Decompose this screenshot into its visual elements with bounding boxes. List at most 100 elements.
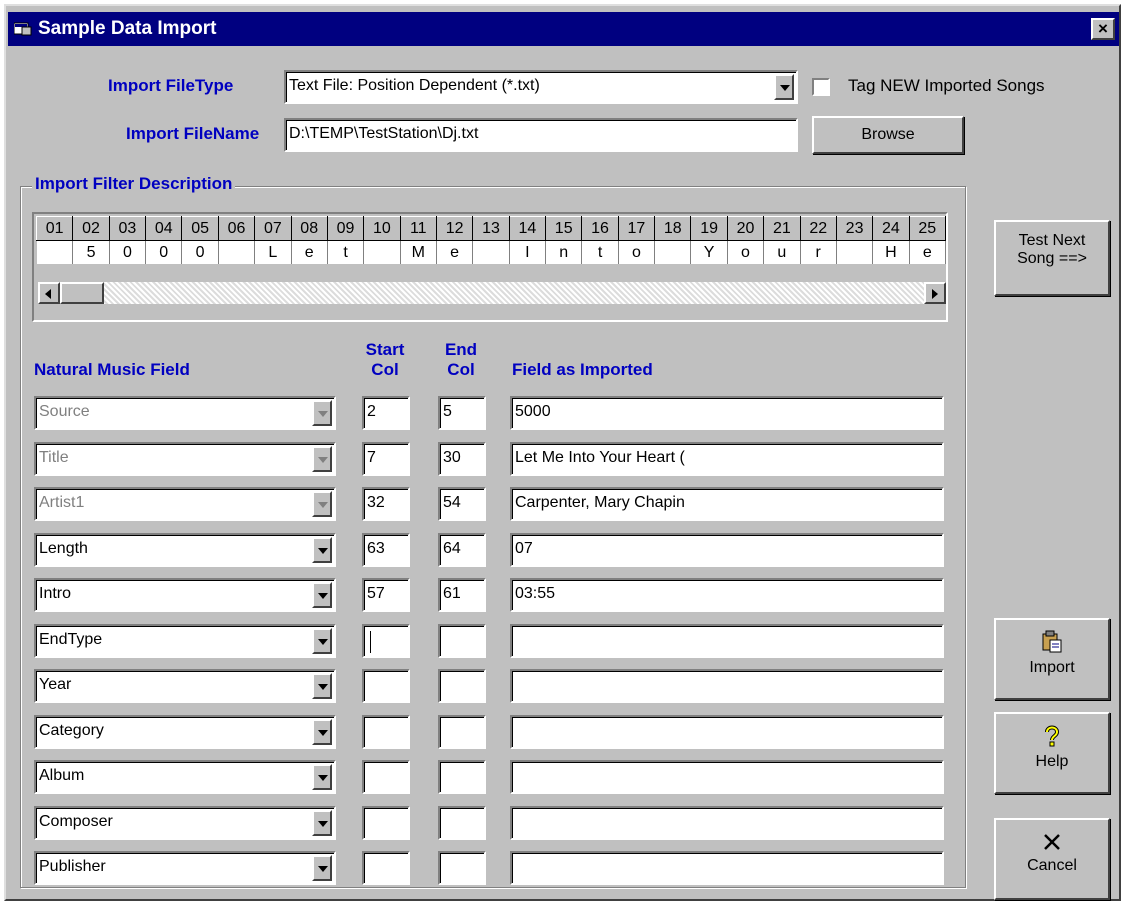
end-col-input[interactable] xyxy=(438,715,486,749)
chevron-down-icon[interactable] xyxy=(312,628,332,654)
column-number: 05 xyxy=(181,216,219,241)
end-col-input[interactable] xyxy=(438,624,486,658)
help-button[interactable]: Help xyxy=(994,712,1110,794)
start-col-input[interactable]: 32 xyxy=(362,487,410,521)
import-button[interactable]: Import xyxy=(994,618,1110,700)
end-col-input[interactable]: 5 xyxy=(438,396,486,430)
field-dropdown[interactable]: Source xyxy=(34,396,336,430)
chevron-down-icon[interactable] xyxy=(312,855,332,881)
end-col-input[interactable]: 54 xyxy=(438,487,486,521)
horizontal-scrollbar[interactable] xyxy=(38,282,946,304)
filetype-dropdown-arrow[interactable] xyxy=(774,74,794,100)
column-number: 16 xyxy=(581,216,619,241)
column-char: 0 xyxy=(181,240,219,265)
column-char xyxy=(36,240,74,265)
start-col-input[interactable] xyxy=(362,669,410,703)
column-char xyxy=(363,240,401,265)
chevron-down-icon[interactable] xyxy=(312,491,332,517)
imported-value-field[interactable] xyxy=(510,715,944,749)
field-dropdown[interactable]: EndType xyxy=(34,624,336,658)
chevron-down-icon[interactable] xyxy=(312,719,332,745)
column-char xyxy=(218,240,256,265)
cancel-button[interactable]: Cancel xyxy=(994,818,1110,900)
column-table: 01 02 03 04 05 06 07 08 09 10 11 12 13 14 15 16 17 18 19 20… xyxy=(35,216,947,265)
end-col-input[interactable]: 64 xyxy=(438,533,486,567)
field-dropdown-value: EndType xyxy=(39,631,103,648)
field-dropdown[interactable]: Composer xyxy=(34,806,336,840)
imported-value-field[interactable]: 07 xyxy=(510,533,944,567)
chevron-down-icon[interactable] xyxy=(312,764,332,790)
field-dropdown[interactable]: Title xyxy=(34,442,336,476)
start-col-input[interactable]: 2 xyxy=(362,396,410,430)
start-col-input[interactable] xyxy=(362,760,410,794)
field-dropdown[interactable]: Artist1 xyxy=(34,487,336,521)
column-number: 12 xyxy=(435,216,474,241)
scroll-thumb[interactable] xyxy=(60,282,104,304)
header-imported: Field as Imported xyxy=(512,360,653,379)
end-col-input[interactable] xyxy=(438,851,486,885)
close-button[interactable]: × xyxy=(1091,18,1115,40)
end-col-input[interactable] xyxy=(438,669,486,703)
imported-value-field[interactable] xyxy=(510,669,944,703)
tag-new-label: Tag NEW Imported Songs xyxy=(848,76,1045,95)
field-dropdown-value: Composer xyxy=(39,813,113,830)
start-col-input[interactable]: 57 xyxy=(362,578,410,612)
header-end-line1: End xyxy=(444,340,478,359)
imported-value-field[interactable] xyxy=(510,851,944,885)
clipboard-icon xyxy=(1042,630,1062,653)
imported-value: Let Me Into Your Heart ( xyxy=(515,449,685,466)
start-col-input[interactable]: 7 xyxy=(362,442,410,476)
imported-value: 5000 xyxy=(515,403,551,420)
chevron-down-icon[interactable] xyxy=(312,537,332,563)
field-dropdown[interactable]: Length xyxy=(34,533,336,567)
imported-value-field[interactable]: 03:55 xyxy=(510,578,944,612)
start-col-input[interactable] xyxy=(362,624,410,658)
imported-value-field[interactable] xyxy=(510,760,944,794)
chevron-down-icon[interactable] xyxy=(312,673,332,699)
scroll-left-icon[interactable] xyxy=(38,282,60,304)
field-dropdown[interactable]: Category xyxy=(34,715,336,749)
app-window-icon xyxy=(14,22,32,36)
column-number: 01 xyxy=(35,216,74,241)
end-col-input[interactable] xyxy=(438,760,486,794)
imported-value-field[interactable]: 5000 xyxy=(510,396,944,430)
column-char: n xyxy=(545,240,583,265)
window-title: Sample Data Import xyxy=(38,18,217,39)
tag-new-checkbox[interactable] xyxy=(812,78,830,96)
start-col-input[interactable] xyxy=(362,851,410,885)
start-col-input[interactable] xyxy=(362,806,410,840)
end-col-value: 5 xyxy=(443,403,452,420)
start-col-input[interactable] xyxy=(362,715,410,749)
chevron-down-icon[interactable] xyxy=(312,446,332,472)
chevron-down-icon[interactable] xyxy=(312,582,332,608)
end-col-input[interactable]: 30 xyxy=(438,442,486,476)
end-col-input[interactable]: 61 xyxy=(438,578,486,612)
chevron-down-icon[interactable] xyxy=(312,810,332,836)
column-char: o xyxy=(727,240,765,265)
filename-input[interactable]: D:\TEMP\TestStation\Dj.txt xyxy=(284,118,798,152)
test-next-line2: Song ==> xyxy=(1017,250,1087,267)
chevron-down-icon[interactable] xyxy=(312,400,332,426)
imported-value-field[interactable] xyxy=(510,624,944,658)
end-col-input[interactable] xyxy=(438,806,486,840)
imported-value-field[interactable]: Let Me Into Your Heart ( xyxy=(510,442,944,476)
field-dropdown[interactable]: Intro xyxy=(34,578,336,612)
start-col-value: 32 xyxy=(367,494,385,511)
scroll-right-icon[interactable] xyxy=(924,282,946,304)
title-bar[interactable]: Sample Data Import × xyxy=(8,12,1119,46)
filename-value: D:\TEMP\TestStation\Dj.txt xyxy=(289,125,479,142)
column-number: 09 xyxy=(326,216,365,241)
field-dropdown[interactable]: Publisher xyxy=(34,851,336,885)
field-dropdown-value: Intro xyxy=(39,585,72,602)
column-number: 14 xyxy=(508,216,547,241)
imported-value-field[interactable] xyxy=(510,806,944,840)
field-dropdown[interactable]: Year xyxy=(34,669,336,703)
imported-value-field[interactable]: Carpenter, Mary Chapin xyxy=(510,487,944,521)
start-col-value: 63 xyxy=(367,540,385,557)
filetype-dropdown[interactable]: Text File: Position Dependent (*.txt) xyxy=(284,70,798,104)
browse-button[interactable]: Browse xyxy=(812,116,964,154)
field-dropdown[interactable]: Album xyxy=(34,760,336,794)
start-col-input[interactable]: 63 xyxy=(362,533,410,567)
test-next-song-button[interactable]: Test Next Song ==> xyxy=(994,220,1110,296)
field-dropdown-value: Category xyxy=(39,722,104,739)
